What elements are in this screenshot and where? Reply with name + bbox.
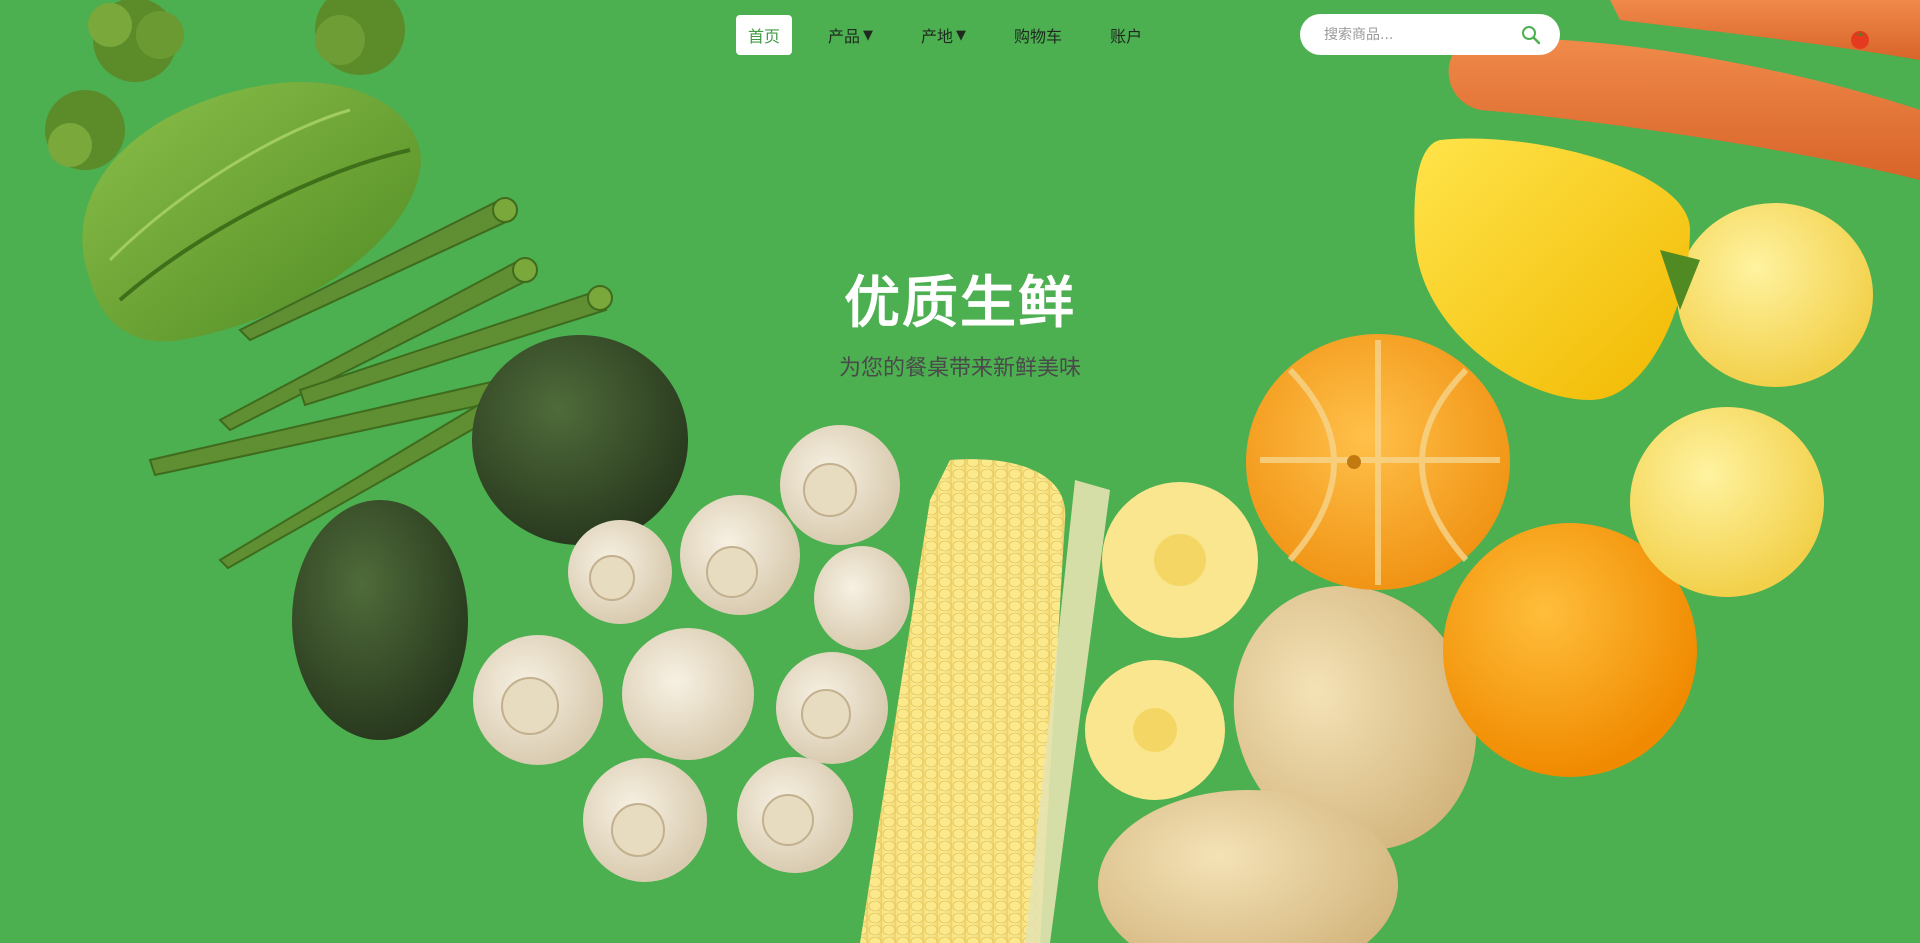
nav-account-label: 账户 [1110,27,1143,46]
tomato-icon[interactable] [1849,28,1871,50]
nav-cart-label: 购物车 [1014,27,1063,46]
nav-origin-label: 产地 [921,27,954,46]
search-input[interactable] [1322,25,1520,44]
hero-subtitle: 为您的餐桌带来新鲜美味 [838,356,1081,381]
hero-page: 首页 产品 ▼ 产地 ▼ 购物车 账户 搜索商品... 优质生鲜 为您的餐桌带来… [0,0,1920,943]
main-nav: 首页 产品 ▼ 产地 ▼ 购物车 账户 [736,15,1154,55]
nav-origin[interactable]: 产地 ▼ [909,15,978,55]
nav-products-label: 产品 [828,27,861,46]
nav-home[interactable]: 首页 [736,15,793,55]
nav-home-label: 首页 [748,27,781,46]
nav-products[interactable]: 产品 ▼ [816,15,885,55]
search-box [1300,14,1560,55]
hero-title: 优质生鲜 [844,271,1076,336]
nav-account[interactable]: 账户 [1098,15,1154,55]
nav-cart[interactable]: 购物车 [1002,15,1074,55]
chevron-down-icon: ▼ [956,27,967,43]
chevron-down-icon: ▼ [863,27,874,43]
produce-illustration [45,0,1920,943]
search-icon[interactable] [1520,24,1542,46]
